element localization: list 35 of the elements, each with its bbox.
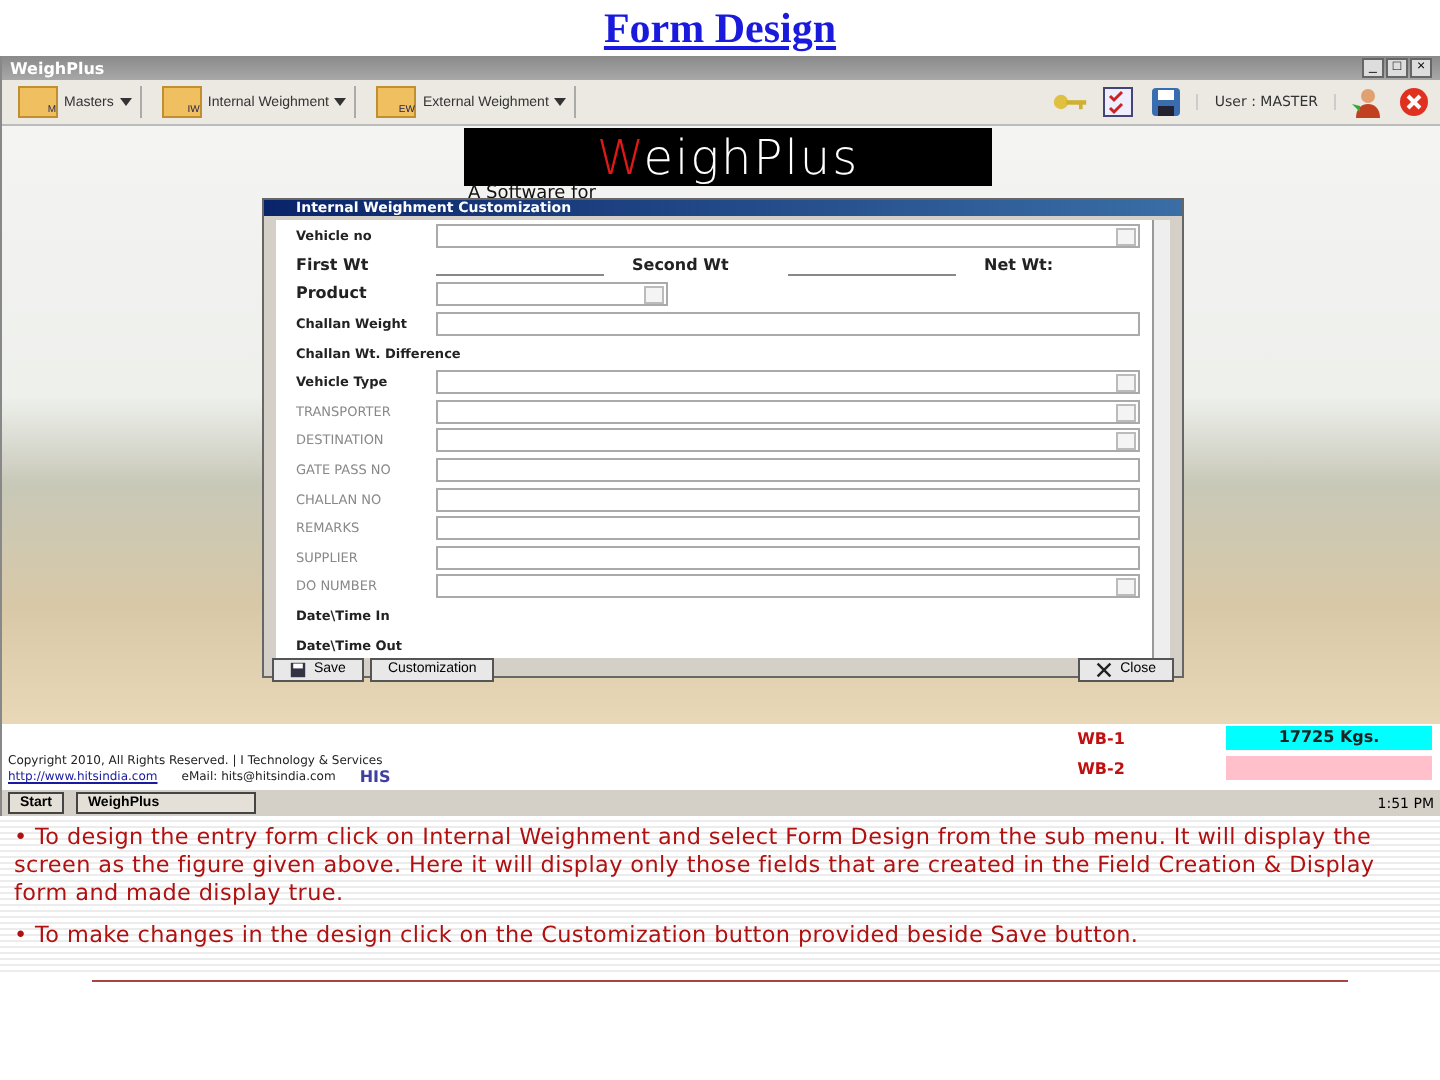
scale-label: WB-2	[1075, 759, 1127, 777]
scale-reading: 17725 Kgs.	[1226, 726, 1432, 750]
checklist-icon[interactable]	[1100, 86, 1137, 118]
dropdown-field[interactable]	[436, 399, 1140, 424]
brand-logo: HIS	[359, 768, 391, 786]
dropdown-field[interactable]	[436, 574, 1140, 599]
field-label: Second Wt	[630, 255, 731, 276]
input-field[interactable]	[436, 545, 1140, 570]
page-title: Form Design	[603, 3, 837, 53]
field-label: Product	[296, 284, 369, 305]
caret-icon	[119, 98, 132, 106]
input-field[interactable]	[436, 458, 1140, 483]
dropdown-field[interactable]	[436, 282, 668, 307]
app-title: WeighPlus	[10, 59, 105, 77]
close-icon[interactable]	[1396, 86, 1432, 118]
caret-icon	[554, 98, 567, 106]
tagline: A Software for	[468, 184, 596, 204]
note-text: • To design the entry form click on Internal Weighment and select Form Design from the sub menu. It will display the screen as the figure given above. Here it will display only those fields that are created in the Field Creation & Display form and made display true.	[14, 824, 1377, 908]
caret-icon	[334, 98, 347, 106]
save-icon	[290, 661, 306, 678]
input-field[interactable]	[436, 312, 1140, 337]
dropdown-field[interactable]	[436, 370, 1140, 395]
field-label: First Wt	[296, 255, 371, 276]
logo-text: WeighPlus	[596, 129, 860, 185]
input-field[interactable]	[436, 516, 1140, 541]
input-field[interactable]	[436, 487, 1140, 512]
field-label: Net Wt:	[982, 255, 1056, 276]
save-icon[interactable]	[1148, 86, 1185, 118]
dropdown-field[interactable]	[436, 428, 1140, 453]
dropdown-field[interactable]	[436, 224, 1140, 249]
note-text: • To make changes in the design click on the Customization button provided beside Save button.	[14, 922, 1141, 950]
user-icon[interactable]	[1348, 86, 1384, 118]
close-icon	[1096, 661, 1113, 678]
scrollbar[interactable]	[1152, 220, 1170, 658]
scale-label: WB-1	[1075, 729, 1127, 747]
